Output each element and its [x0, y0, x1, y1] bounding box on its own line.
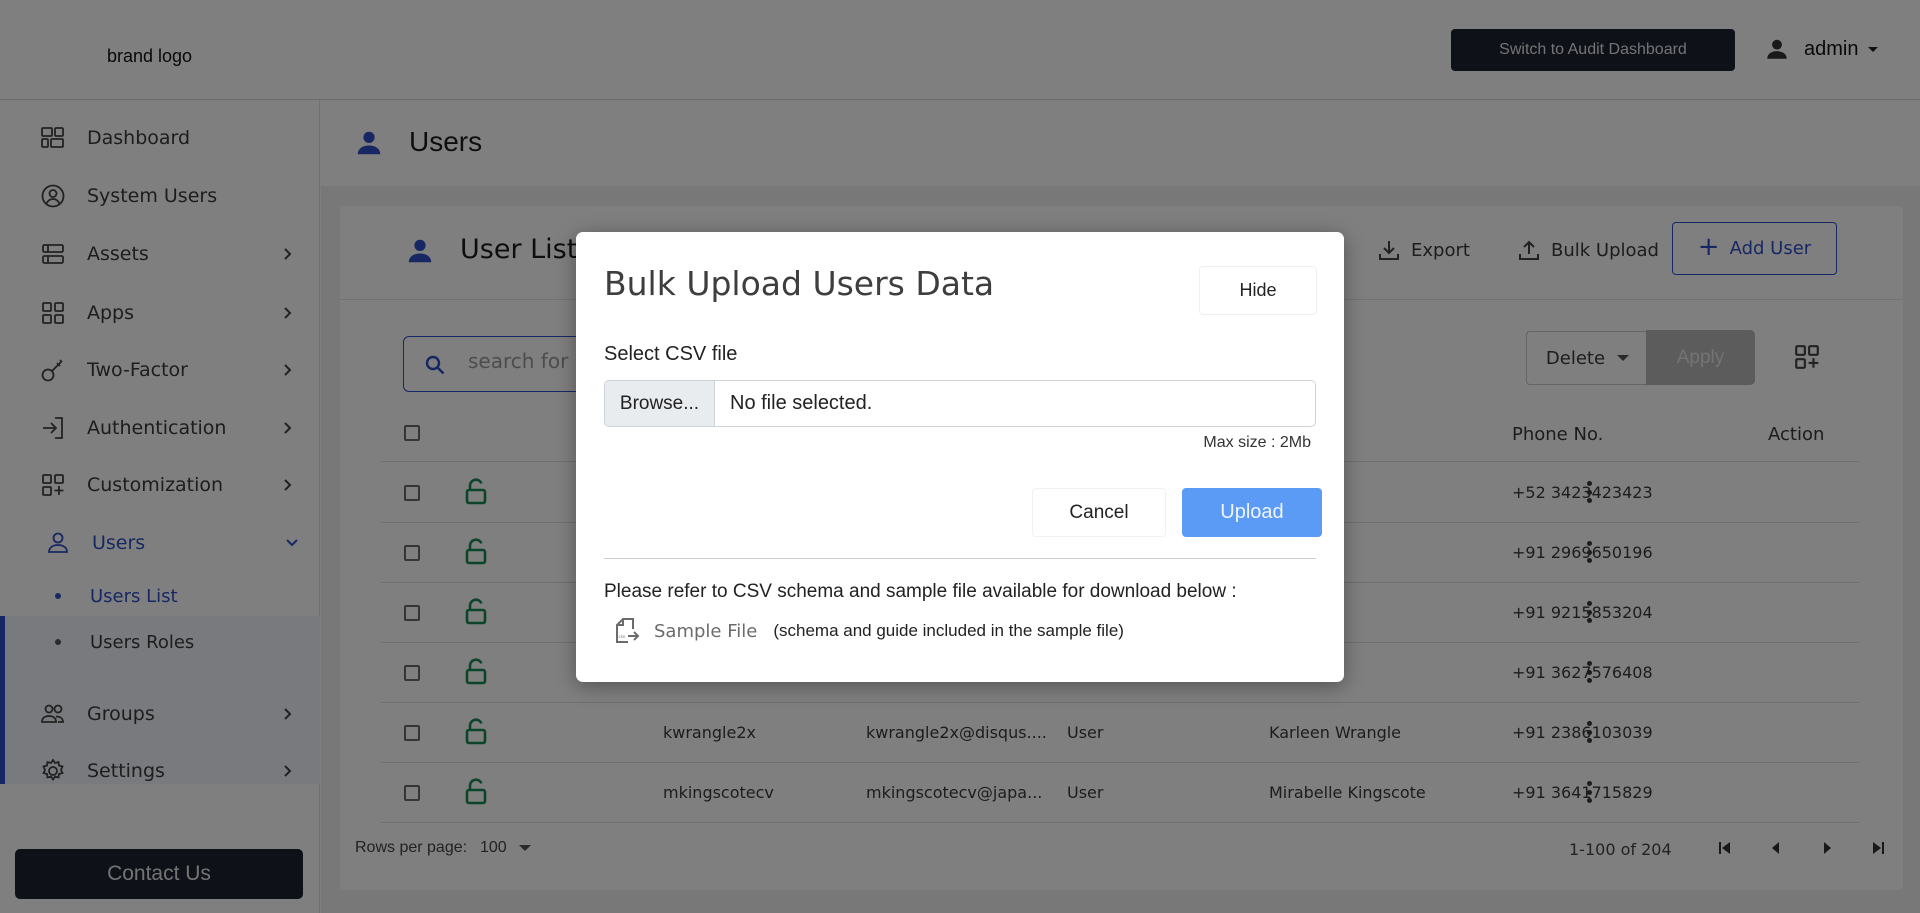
schema-instructions: Please refer to CSV schema and sample fi…	[604, 581, 1237, 602]
file-status: No file selected.	[730, 392, 873, 414]
sample-file-link[interactable]: Sample File	[654, 621, 757, 642]
csv-field-label: Select CSV file	[604, 343, 738, 365]
csv-file-export-icon[interactable]: csv	[612, 616, 642, 646]
divider	[604, 558, 1316, 559]
upload-button[interactable]: Upload	[1182, 488, 1322, 537]
sample-file-note: (schema and guide included in the sample…	[773, 621, 1124, 640]
max-size-hint: Max size : 2Mb	[1203, 434, 1311, 451]
csv-file-input[interactable]: Browse... No file selected.	[604, 380, 1316, 427]
browse-button[interactable]: Browse...	[605, 381, 715, 426]
hide-button[interactable]: Hide	[1199, 266, 1317, 315]
bulk-upload-modal: Bulk Upload Users Data Hide Select CSV f…	[576, 232, 1344, 682]
cancel-button[interactable]: Cancel	[1032, 488, 1166, 537]
sample-file-row: csv Sample File (schema and guide includ…	[612, 616, 1124, 646]
svg-text:csv: csv	[619, 634, 626, 639]
modal-title: Bulk Upload Users Data	[604, 264, 995, 303]
